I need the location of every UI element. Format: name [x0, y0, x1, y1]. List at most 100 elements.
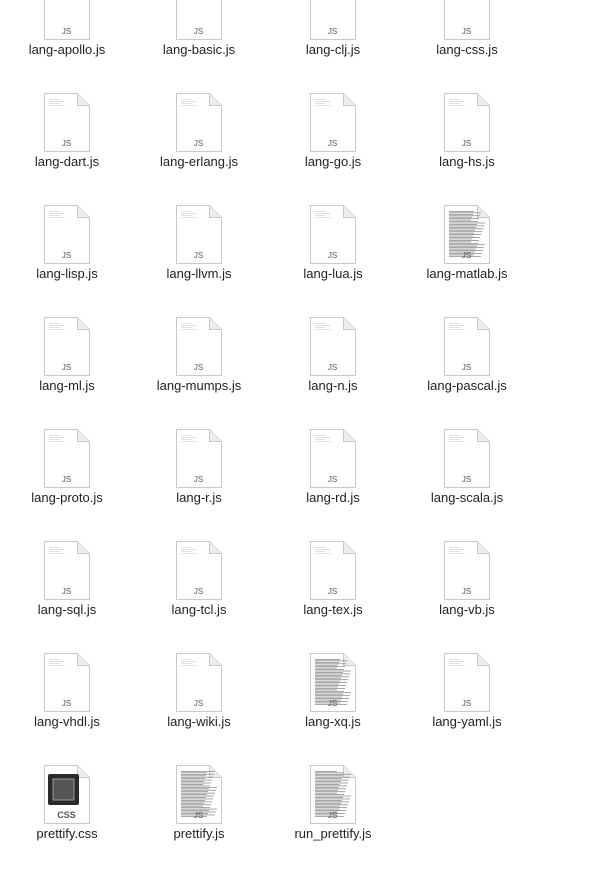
- file-item[interactable]: JS lang-hs.js: [400, 88, 534, 200]
- js-file-icon: JS: [309, 765, 356, 825]
- file-name-label: lang-tex.js: [303, 602, 363, 617]
- svg-text:JS: JS: [462, 699, 471, 708]
- file-item[interactable]: JS prettify.js: [132, 760, 266, 872]
- file-item[interactable]: JS lang-vb.js: [400, 536, 534, 648]
- file-item[interactable]: JS lang-go.js: [266, 88, 400, 200]
- file-item[interactable]: JS lang-lua.js: [266, 200, 400, 312]
- svg-text:JS: JS: [462, 587, 471, 596]
- js-file-icon: JS: [175, 0, 222, 41]
- file-item[interactable]: JS lang-apollo.js: [0, 0, 134, 88]
- svg-text:JS: JS: [194, 699, 203, 708]
- file-item[interactable]: JS lang-tcl.js: [132, 536, 266, 648]
- svg-text:JS: JS: [462, 139, 471, 148]
- svg-text:JS: JS: [194, 811, 203, 820]
- js-file-icon: JS: [309, 429, 356, 489]
- file-name-label: lang-dart.js: [34, 154, 100, 169]
- js-file-icon: JS: [175, 765, 222, 825]
- js-file-icon: JS: [43, 653, 90, 713]
- svg-text:JS: JS: [462, 363, 471, 372]
- file-item[interactable]: JS lang-lisp.js: [0, 200, 134, 312]
- file-item[interactable]: JS lang-rd.js: [266, 424, 400, 536]
- js-file-icon: JS: [43, 93, 90, 153]
- js-file-icon: JS: [443, 429, 490, 489]
- svg-text:JS: JS: [328, 363, 337, 372]
- svg-text:JS: JS: [328, 139, 337, 148]
- file-name-label: lang-wiki.js: [167, 714, 231, 729]
- js-file-icon: JS: [309, 93, 356, 153]
- file-item[interactable]: JS lang-yaml.js: [400, 648, 534, 760]
- file-item[interactable]: JS lang-r.js: [132, 424, 266, 536]
- js-file-icon: JS: [43, 205, 90, 265]
- file-item[interactable]: JS lang-basic.js: [132, 0, 266, 88]
- file-item[interactable]: JS lang-mumps.js: [132, 312, 266, 424]
- file-name-label: lang-yaml.js: [432, 714, 502, 729]
- svg-text:JS: JS: [194, 139, 203, 148]
- js-file-icon: JS: [43, 541, 90, 601]
- js-file-icon: JS: [309, 0, 356, 41]
- file-item[interactable]: JS lang-pascal.js: [400, 312, 534, 424]
- file-name-label: lang-ml.js: [39, 378, 95, 393]
- file-item[interactable]: JS lang-xq.js: [266, 648, 400, 760]
- svg-text:JS: JS: [328, 27, 337, 36]
- file-name-label: lang-proto.js: [31, 490, 103, 505]
- file-item[interactable]: JS lang-css.js: [400, 0, 534, 88]
- svg-text:JS: JS: [328, 587, 337, 596]
- file-item[interactable]: JS lang-ml.js: [0, 312, 134, 424]
- file-item[interactable]: JS lang-scala.js: [400, 424, 534, 536]
- file-item[interactable]: JS lang-tex.js: [266, 536, 400, 648]
- file-name-label: lang-pascal.js: [427, 378, 507, 393]
- js-file-icon: JS: [443, 205, 490, 265]
- svg-text:CSS: CSS: [57, 810, 76, 820]
- file-name-label: lang-r.js: [176, 490, 222, 505]
- file-name-label: lang-vb.js: [439, 602, 495, 617]
- file-item[interactable]: CSS prettify.css: [0, 760, 134, 872]
- file-item[interactable]: JS lang-sql.js: [0, 536, 134, 648]
- js-file-icon: JS: [175, 653, 222, 713]
- file-item[interactable]: JS lang-n.js: [266, 312, 400, 424]
- file-name-label: lang-lisp.js: [36, 266, 98, 281]
- file-item[interactable]: JS lang-proto.js: [0, 424, 134, 536]
- js-file-icon: JS: [175, 317, 222, 377]
- svg-text:JS: JS: [62, 363, 71, 372]
- file-name-label: prettify.css: [36, 826, 98, 841]
- js-file-icon: JS: [443, 317, 490, 377]
- file-item[interactable]: JS lang-dart.js: [0, 88, 134, 200]
- js-file-icon: JS: [43, 0, 90, 41]
- js-file-icon: JS: [443, 541, 490, 601]
- svg-text:JS: JS: [194, 363, 203, 372]
- js-file-icon: JS: [175, 541, 222, 601]
- svg-text:JS: JS: [62, 475, 71, 484]
- svg-text:JS: JS: [194, 587, 203, 596]
- file-item[interactable]: JS lang-erlang.js: [132, 88, 266, 200]
- js-file-icon: JS: [443, 93, 490, 153]
- svg-text:JS: JS: [328, 251, 337, 260]
- file-item[interactable]: JS lang-llvm.js: [132, 200, 266, 312]
- file-name-label: lang-lua.js: [303, 266, 363, 281]
- svg-text:JS: JS: [62, 587, 71, 596]
- js-file-icon: JS: [309, 541, 356, 601]
- file-item[interactable]: JS lang-clj.js: [266, 0, 400, 88]
- file-name-label: run_prettify.js: [294, 826, 372, 841]
- js-file-icon: JS: [43, 317, 90, 377]
- svg-text:JS: JS: [62, 27, 71, 36]
- js-file-icon: JS: [443, 653, 490, 713]
- file-name-label: lang-n.js: [308, 378, 358, 393]
- file-item[interactable]: JS lang-matlab.js: [400, 200, 534, 312]
- svg-text:JS: JS: [462, 27, 471, 36]
- css-file-icon: CSS: [43, 765, 90, 825]
- file-item[interactable]: JS lang-vhdl.js: [0, 648, 134, 760]
- js-file-icon: JS: [443, 0, 490, 41]
- js-file-icon: JS: [175, 93, 222, 153]
- js-file-icon: JS: [175, 429, 222, 489]
- file-item[interactable]: JS lang-wiki.js: [132, 648, 266, 760]
- file-name-label: lang-sql.js: [37, 602, 97, 617]
- js-file-icon: JS: [309, 205, 356, 265]
- file-item[interactable]: JS run_prettify.js: [266, 760, 400, 872]
- file-name-label: lang-hs.js: [439, 154, 495, 169]
- file-name-label: lang-apollo.js: [28, 42, 106, 57]
- file-name-label: lang-scala.js: [430, 490, 504, 505]
- file-name-label: prettify.js: [173, 826, 225, 841]
- svg-text:JS: JS: [62, 699, 71, 708]
- file-name-label: lang-xq.js: [305, 714, 361, 729]
- svg-text:JS: JS: [328, 811, 337, 820]
